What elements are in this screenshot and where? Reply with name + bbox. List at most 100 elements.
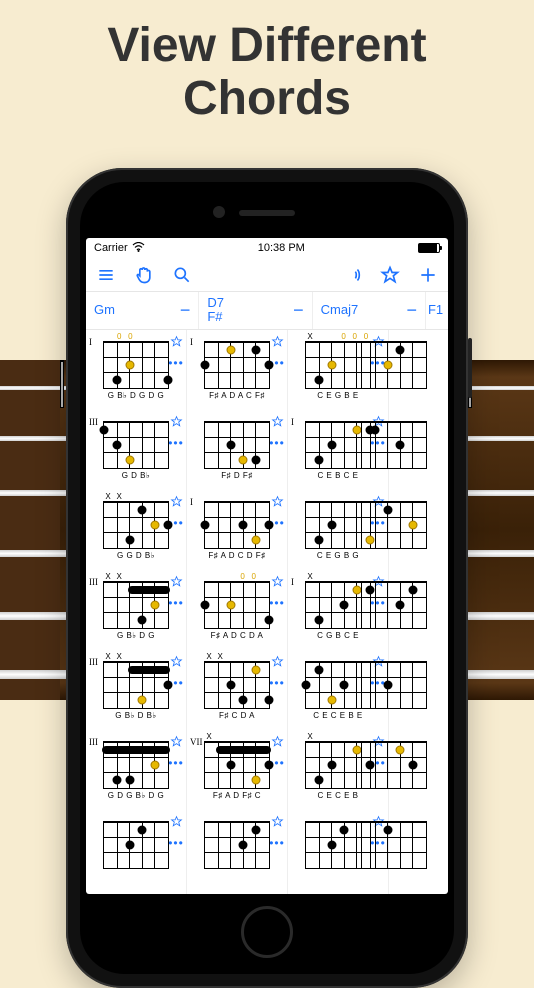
- chord-card[interactable]: •••: [389, 330, 448, 410]
- chord-card[interactable]: •••: [389, 490, 448, 570]
- fretboard: [204, 741, 270, 789]
- fretboard: [361, 341, 427, 389]
- open-string-row: [361, 653, 427, 661]
- fretboard: [361, 501, 427, 549]
- note-names: G D G B♭ D G: [108, 791, 164, 800]
- fret-position: [190, 653, 204, 729]
- star-icon[interactable]: [170, 655, 183, 673]
- favorite-icon[interactable]: [380, 265, 400, 285]
- open-string-row: [103, 813, 169, 821]
- chord-card[interactable]: VIIXF♯ A D F♯ C•••: [187, 730, 287, 810]
- chord-card[interactable]: •••: [86, 810, 186, 890]
- col-header-1[interactable]: D7 F# −: [199, 292, 312, 329]
- phone-frame: Carrier 10:38 PM: [66, 168, 468, 988]
- sound-icon[interactable]: [342, 265, 362, 285]
- open-string-row: [361, 733, 427, 741]
- app-screen: Carrier 10:38 PM: [86, 238, 448, 894]
- open-string-row: [103, 413, 169, 421]
- more-icon[interactable]: •••: [168, 597, 184, 609]
- clock: 10:38 PM: [258, 242, 305, 254]
- fret-position: [190, 813, 204, 889]
- open-string-row: [204, 493, 270, 501]
- star-icon[interactable]: [170, 575, 183, 593]
- chord-card[interactable]: F♯ D F♯ •••: [187, 410, 287, 490]
- note-names: G B♭ D B♭: [115, 711, 156, 720]
- star-icon[interactable]: [170, 415, 183, 433]
- open-string-row: [103, 733, 169, 741]
- star-icon[interactable]: [271, 655, 284, 673]
- star-icon[interactable]: [271, 735, 284, 753]
- remove-col-icon[interactable]: −: [293, 301, 304, 319]
- note-names: C E C E B E: [313, 711, 363, 720]
- open-string-row: [361, 493, 427, 501]
- fret-position: III: [89, 413, 103, 489]
- chord-card[interactable]: XXG G D B♭•••: [86, 490, 186, 570]
- fret-position: [291, 733, 305, 809]
- chord-column: •••••••••••••••••••••: [389, 330, 448, 894]
- star-icon[interactable]: [271, 415, 284, 433]
- chord-card[interactable]: IF♯ A D C D F♯•••: [187, 490, 287, 570]
- fretboard: [103, 341, 169, 389]
- star-icon[interactable]: [271, 815, 284, 833]
- more-icon[interactable]: •••: [168, 357, 184, 369]
- more-icon[interactable]: •••: [168, 757, 184, 769]
- remove-col-icon[interactable]: −: [180, 301, 191, 319]
- open-string-row: [361, 413, 427, 421]
- chord-card[interactable]: •••: [187, 810, 287, 890]
- chord-card[interactable]: IIIXXG B♭ D B♭•••: [86, 650, 186, 730]
- chord-grid[interactable]: I00G B♭ D G D G•••IIIG D B♭•••XXG G D B♭…: [86, 330, 448, 894]
- fret-position: [190, 413, 204, 489]
- more-icon[interactable]: •••: [269, 677, 285, 689]
- chord-card[interactable]: IIIG D G B♭ D G•••: [86, 730, 186, 810]
- star-icon[interactable]: [170, 495, 183, 513]
- chord-card[interactable]: •••: [389, 410, 448, 490]
- chord-card[interactable]: I00G B♭ D G D G•••: [86, 330, 186, 410]
- chord-card[interactable]: •••: [389, 730, 448, 810]
- fretboard: [103, 501, 169, 549]
- chord-card[interactable]: IF♯ A D A C F♯•••: [187, 330, 287, 410]
- add-icon[interactable]: [418, 265, 438, 285]
- status-bar: Carrier 10:38 PM: [86, 238, 448, 258]
- chord-card[interactable]: 00F♯ A D C D A•••: [187, 570, 287, 650]
- fretboard: [103, 661, 169, 709]
- more-icon[interactable]: •••: [168, 437, 184, 449]
- more-icon[interactable]: •••: [269, 437, 285, 449]
- chord-card[interactable]: XXF♯ C D A•••: [187, 650, 287, 730]
- star-icon[interactable]: [170, 335, 183, 353]
- star-icon[interactable]: [170, 735, 183, 753]
- star-icon[interactable]: [170, 815, 183, 833]
- wifi-icon: [132, 242, 145, 255]
- fretboard: [204, 341, 270, 389]
- chord-card[interactable]: IIIXXG B♭ D G•••: [86, 570, 186, 650]
- chord-card[interactable]: •••: [389, 810, 448, 890]
- menu-icon[interactable]: [96, 265, 116, 285]
- fretboard: [361, 581, 427, 629]
- open-string-row: [204, 413, 270, 421]
- chord-card[interactable]: •••: [389, 570, 448, 650]
- fret-position: III: [89, 653, 103, 729]
- carrier-label: Carrier: [94, 242, 128, 254]
- col-header-3[interactable]: F1: [426, 292, 448, 329]
- col-header-2[interactable]: Cmaj7 −: [313, 292, 426, 329]
- star-icon[interactable]: [271, 575, 284, 593]
- remove-col-icon[interactable]: −: [406, 301, 417, 319]
- open-string-row: [361, 813, 427, 821]
- star-icon[interactable]: [271, 495, 284, 513]
- note-names: F♯ D F♯: [221, 471, 253, 480]
- note-names: C E C E B: [318, 791, 359, 800]
- star-icon[interactable]: [271, 335, 284, 353]
- search-icon[interactable]: [172, 265, 192, 285]
- more-icon[interactable]: •••: [269, 597, 285, 609]
- note-names: F♯ A D A C F♯: [209, 391, 265, 400]
- col-header-0[interactable]: Gm −: [86, 292, 199, 329]
- fret-position: III: [89, 573, 103, 649]
- hand-icon[interactable]: [134, 265, 154, 285]
- chord-card[interactable]: IIIG D B♭•••: [86, 410, 186, 490]
- fretboard: [361, 821, 427, 869]
- fret-position: [291, 813, 305, 889]
- battery-icon: [418, 243, 440, 253]
- more-icon[interactable]: •••: [269, 837, 285, 849]
- marketing-headline: View DifferentChords: [0, 0, 534, 140]
- chord-card[interactable]: •••: [389, 650, 448, 730]
- more-icon[interactable]: •••: [168, 837, 184, 849]
